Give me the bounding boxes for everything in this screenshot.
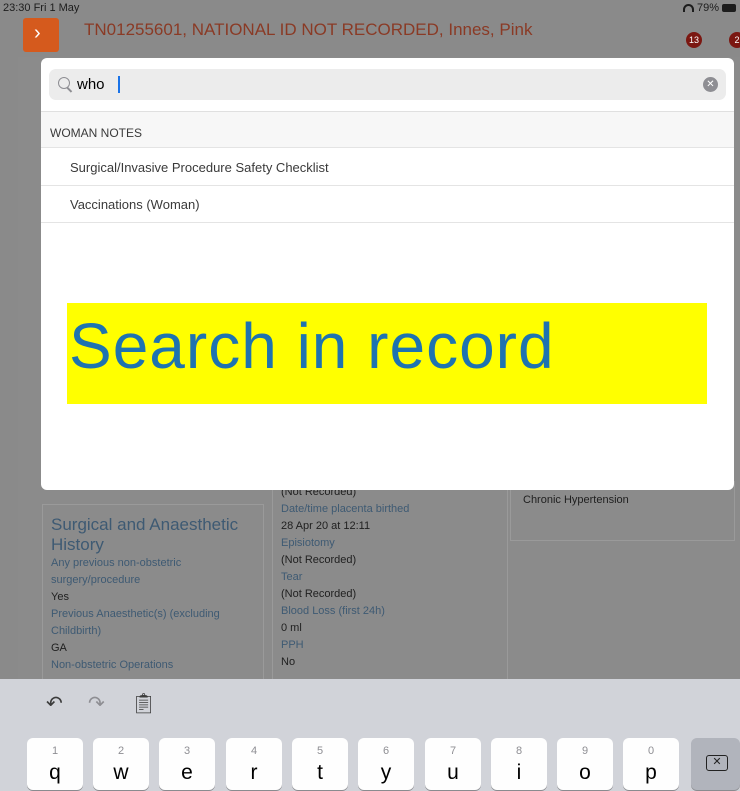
wifi-icon [682, 4, 694, 12]
key-w[interactable]: 2w [93, 738, 149, 790]
field-value: Yes [51, 591, 69, 603]
key-y[interactable]: 6y [358, 738, 414, 790]
field-value: Chronic Hypertension [523, 494, 629, 506]
menu-button[interactable]: › [23, 18, 59, 52]
key-o[interactable]: 9o [557, 738, 613, 790]
field-label: Date/time placenta birthed [281, 503, 410, 515]
status-right: 79% [682, 2, 736, 14]
field-label: Any previous non-obstetric surgery/proce… [51, 557, 182, 586]
status-bar: 23:30 Fri 1 May 79% [0, 0, 740, 17]
paste-icon[interactable]: 📋︎ [131, 691, 156, 716]
tasks-badge[interactable]: 13 [686, 32, 702, 48]
conditions-card: Chronic Hypertension [510, 481, 735, 541]
text-caret [118, 76, 120, 93]
redo-icon[interactable]: ↷ [88, 691, 105, 716]
results-section-header: WOMAN NOTES [41, 112, 734, 148]
field-value: GA [51, 642, 67, 654]
battery-percent: 79% [696, 2, 719, 14]
banner-text: Search in record [69, 310, 555, 382]
surgical-history-card: Surgical and Anaesthetic History Any pre… [42, 504, 264, 680]
result-item[interactable]: Surgical/Invasive Procedure Safety Check… [41, 149, 734, 186]
result-item[interactable]: Vaccinations (Woman) [41, 186, 734, 223]
chevron-right-icon: › [34, 22, 41, 44]
field-value: No [281, 656, 296, 668]
field-label: Episiotomy [281, 537, 335, 549]
key-q[interactable]: 1q [27, 738, 83, 790]
card-title: Surgical and Anaesthetic History [51, 515, 239, 554]
search-input[interactable] [77, 73, 677, 95]
alerts-badge[interactable]: 2 [729, 32, 740, 48]
field-value: (Not Recorded) [281, 588, 357, 600]
battery-icon [722, 4, 736, 12]
field-label: Blood Loss (first 24h) [281, 605, 385, 617]
search-panel: ✕ WOMAN NOTES Surgical/Invasive Procedur… [41, 58, 734, 490]
key-r[interactable]: 4r [226, 738, 282, 790]
key-p[interactable]: 0p [623, 738, 679, 790]
undo-icon[interactable]: ↶ [46, 691, 63, 716]
patient-title: TN01255601, NATIONAL ID NOT RECORDED, In… [84, 20, 533, 39]
key-t[interactable]: 5t [292, 738, 348, 790]
field-label: Non-obstetric Operations [51, 659, 174, 671]
section-title: WOMAN NOTES [50, 126, 142, 140]
status-time: 23:30 Fri 1 May [3, 2, 80, 14]
result-label: Vaccinations (Woman) [70, 197, 200, 212]
field-label: Tear [281, 571, 303, 583]
clear-icon[interactable]: ✕ [703, 77, 718, 92]
delete-icon: ✕ [706, 755, 728, 771]
field-value: (Not Recorded) [281, 554, 357, 566]
delivery-card: (Not Recorded) Date/time placenta birthe… [272, 481, 508, 680]
field-value: 28 Apr 20 at 12:11 [281, 520, 371, 532]
caption-banner: Search in record [67, 303, 707, 404]
key-i[interactable]: 8i [491, 738, 547, 790]
field-label: PPH [281, 639, 304, 651]
app-screen: 23:30 Fri 1 May 79% › TN01255601, NATION… [0, 0, 740, 791]
field-label: Previous Anaesthetic(s) (excluding Child… [51, 608, 220, 637]
key-e[interactable]: 3e [159, 738, 215, 790]
search-icon [58, 77, 70, 89]
key-delete[interactable]: ✕ [691, 738, 740, 790]
onscreen-keyboard: ↶ ↷ 📋︎ 1q 2w 3e 4r 5t 6y 7u 8i 9o 0p ✕ [0, 679, 740, 791]
field-value: 0 ml [281, 622, 302, 634]
search-bar[interactable]: ✕ [49, 69, 726, 100]
key-u[interactable]: 7u [425, 738, 481, 790]
result-label: Surgical/Invasive Procedure Safety Check… [70, 160, 329, 175]
